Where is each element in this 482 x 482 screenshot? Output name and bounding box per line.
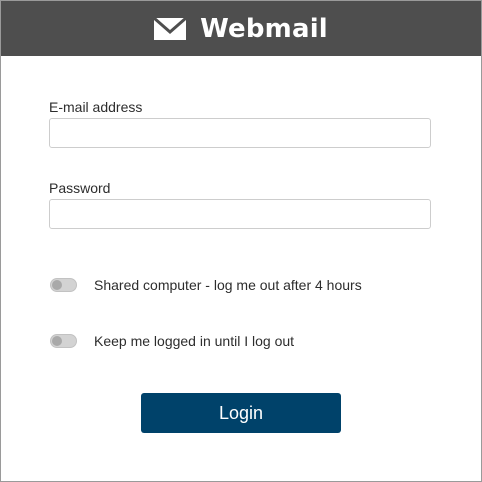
login-button[interactable]: Login	[141, 393, 341, 433]
toggle-knob	[52, 336, 62, 346]
keep-logged-in-label[interactable]: Keep me logged in until I log out	[94, 333, 294, 349]
app-header: Webmail	[1, 1, 481, 56]
toggle-knob	[52, 280, 62, 290]
shared-computer-toggle[interactable]	[50, 278, 77, 292]
keep-logged-in-option: Keep me logged in until I log out	[50, 333, 294, 349]
password-field[interactable]	[49, 199, 431, 229]
shared-computer-option: Shared computer - log me out after 4 hou…	[50, 277, 362, 293]
email-label: E-mail address	[49, 99, 143, 115]
password-label: Password	[49, 180, 111, 196]
login-window: Webmail E-mail address Password Shared c…	[0, 0, 482, 482]
keep-logged-in-toggle[interactable]	[50, 334, 77, 348]
app-title: Webmail	[200, 13, 328, 44]
envelope-icon	[154, 17, 187, 40]
shared-computer-label[interactable]: Shared computer - log me out after 4 hou…	[94, 277, 362, 293]
email-field[interactable]	[49, 118, 431, 148]
